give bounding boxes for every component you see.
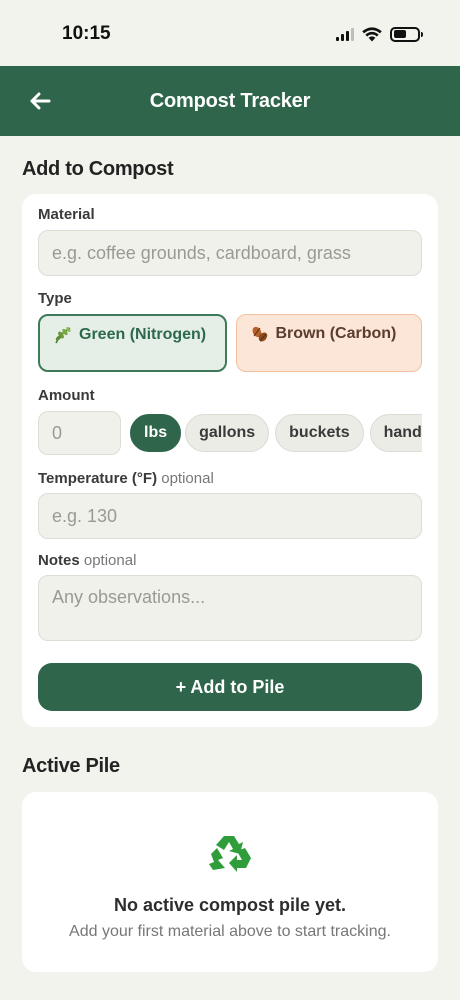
amount-label: Amount <box>38 387 95 404</box>
amount-input[interactable] <box>38 411 121 455</box>
amount-row: lbs gallons buckets handfuls <box>38 411 422 455</box>
type-brown-label: Brown (Carbon) <box>275 325 397 342</box>
material-label: Material <box>38 206 95 223</box>
recycle-icon <box>209 836 251 872</box>
unit-chip-handfuls[interactable]: handfuls <box>369 414 422 452</box>
leaf-icon <box>53 325 73 345</box>
unit-chip-gallons[interactable]: gallons <box>185 414 270 452</box>
active-pile-title: Active Pile <box>22 755 120 777</box>
cellular-signal-icon <box>336 27 354 41</box>
unit-chip-lbs[interactable]: lbs <box>130 414 182 452</box>
status-icons <box>336 26 423 42</box>
temperature-input[interactable] <box>38 493 422 539</box>
notes-textarea[interactable] <box>38 575 422 641</box>
wifi-icon <box>362 26 382 41</box>
status-time: 10:15 <box>62 23 111 44</box>
notes-label-text: Notes <box>38 552 80 569</box>
temperature-label: Temperature (°F) optional <box>38 470 422 487</box>
arrow-left-icon <box>30 92 51 110</box>
material-input[interactable] <box>38 230 422 276</box>
empty-state-card: No active compost pile yet. Add your fir… <box>22 792 438 972</box>
back-button[interactable] <box>24 85 56 117</box>
type-brown-button[interactable]: Brown (Carbon) <box>235 314 422 372</box>
temperature-label-text: Temperature (°F) <box>38 470 158 487</box>
page-title: Compost Tracker <box>149 89 311 112</box>
type-selector: Green (Nitrogen) Brown (Carbon) <box>38 314 422 372</box>
notes-label: Notes optional <box>38 552 422 569</box>
type-label: Type <box>38 290 72 307</box>
add-to-pile-button[interactable]: + Add to Pile <box>38 663 422 711</box>
add-section-title: Add to Compost <box>22 158 174 180</box>
unit-chip-buckets[interactable]: buckets <box>275 414 364 452</box>
empty-state-subtitle: Add your first material above to start t… <box>69 923 391 940</box>
status-bar: 10:15 <box>0 0 460 66</box>
temperature-optional: optional <box>161 470 214 487</box>
empty-state-title: No active compost pile yet. <box>113 895 347 915</box>
battery-icon <box>390 26 423 42</box>
notes-optional: optional <box>83 552 137 569</box>
main-content: Add to Compost Material Type Green (Nitr… <box>0 158 460 972</box>
add-form-card: Material Type Green (Nitrogen) <box>22 194 438 727</box>
type-green-button[interactable]: Green (Nitrogen) <box>38 314 227 372</box>
type-green-label: Green (Nitrogen) <box>79 326 207 343</box>
app-bar: Compost Tracker <box>0 66 460 136</box>
dry-leaves-icon <box>250 324 270 344</box>
